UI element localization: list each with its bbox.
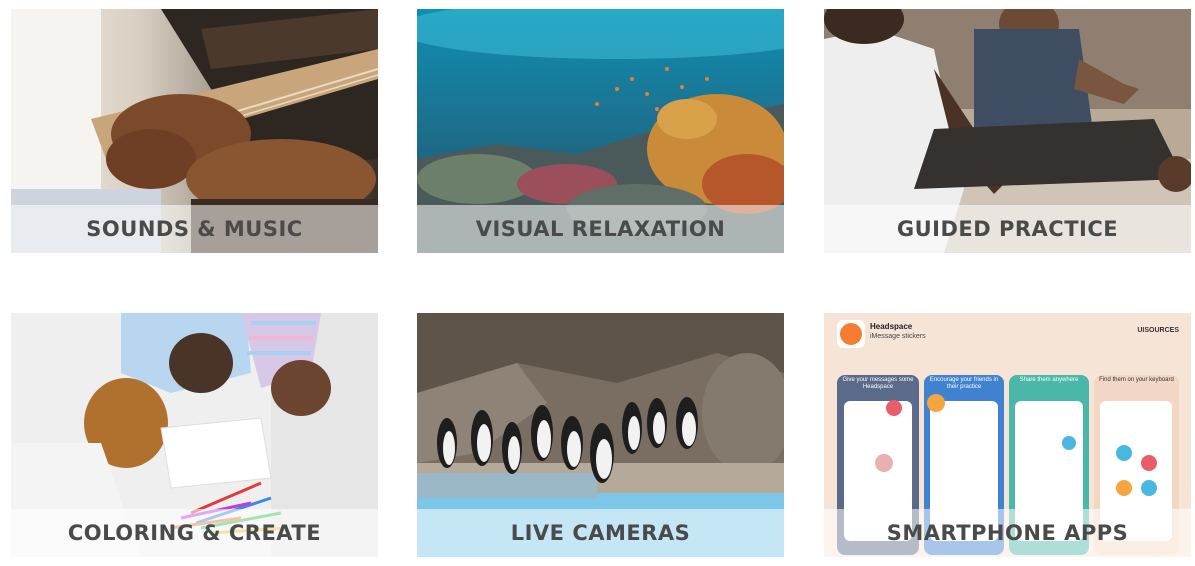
tile-caption: SMARTPHONE APPS — [886, 521, 1129, 545]
tile-caption: COLORING & CREATE — [67, 521, 322, 545]
panel-text-4: Find them on your keyboard — [1099, 377, 1174, 383]
tile-caption: SOUNDS & MUSIC — [86, 217, 303, 241]
caption-band: SOUNDS & MUSIC — [11, 205, 378, 253]
panel-text-1: Give your messages some Headspace — [842, 377, 914, 390]
app-name: Headspace — [870, 322, 913, 331]
tile-guided-practice[interactable]: GUIDED PRACTICE — [824, 9, 1191, 253]
tile-caption: LIVE CAMERAS — [510, 521, 691, 545]
tile-live-cameras[interactable]: LIVE CAMERAS — [417, 313, 784, 557]
tile-visual-relaxation[interactable]: VISUAL RELAXATION — [417, 9, 784, 253]
app-subtitle: iMessage stickers — [870, 333, 926, 340]
tile-coloring-create[interactable]: COLORING & CREATE — [11, 313, 378, 557]
brand-label: UISOURCES — [1137, 327, 1179, 334]
caption-band: COLORING & CREATE — [11, 509, 378, 557]
panel-text-3: Share them anywhere — [1019, 377, 1079, 383]
tile-caption: VISUAL RELAXATION — [475, 217, 726, 241]
caption-band: SMARTPHONE APPS — [824, 509, 1191, 557]
tile-sounds-music[interactable]: SOUNDS & MUSIC — [11, 9, 378, 253]
panel-text-2: Encourage your friends in their practice — [929, 377, 999, 390]
tile-caption: GUIDED PRACTICE — [896, 217, 1119, 241]
caption-band: GUIDED PRACTICE — [824, 205, 1191, 253]
tile-smartphone-apps[interactable]: Headspace iMessage stickers UISOURCES Gi… — [824, 313, 1191, 557]
caption-band: VISUAL RELAXATION — [417, 205, 784, 253]
caption-band: LIVE CAMERAS — [417, 509, 784, 557]
